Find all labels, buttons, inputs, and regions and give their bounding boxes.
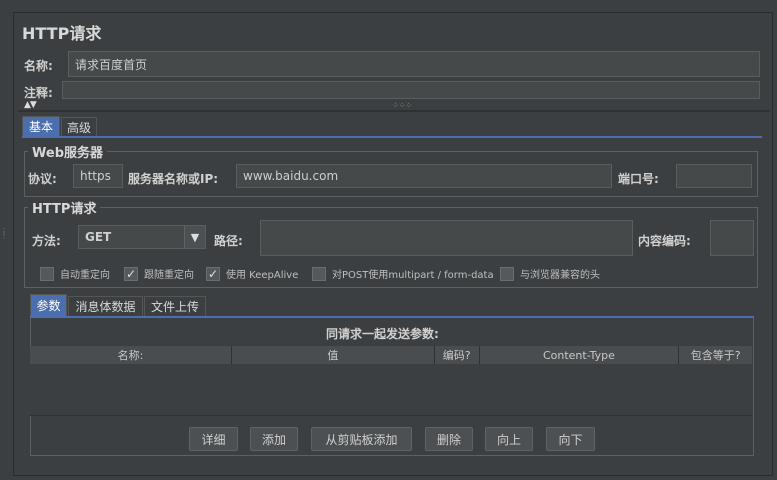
- move-up-button[interactable]: 向上: [485, 427, 533, 451]
- delete-button[interactable]: 删除: [425, 427, 473, 451]
- protocol-label: 协议:: [28, 172, 57, 186]
- params-table-header: 名称: 值 编码? Content-Type 包含等于?: [30, 346, 752, 364]
- checkbox-multipart[interactable]: 对POST使用multipart / form-data: [312, 266, 494, 281]
- params-caption: 同请求一起发送参数:: [326, 327, 439, 341]
- comment-input[interactable]: [62, 81, 760, 99]
- add-from-clipboard-button[interactable]: 从剪贴板添加: [311, 427, 412, 451]
- column-header-value[interactable]: 值: [231, 346, 435, 364]
- encoding-label: 内容编码:: [638, 234, 691, 248]
- path-label: 路径:: [214, 234, 243, 248]
- checkbox-box[interactable]: [312, 266, 326, 281]
- http-request-title: HTTP请求: [28, 198, 101, 217]
- tab-file-upload[interactable]: 文件上传: [144, 296, 206, 316]
- column-header-include-equals[interactable]: 包含等于?: [679, 346, 752, 364]
- name-label: 名称:: [24, 59, 53, 73]
- tab-underline: [22, 136, 762, 138]
- checkbox-browser-headers[interactable]: 与浏览器兼容的头: [500, 266, 600, 281]
- port-label: 端口号:: [618, 172, 659, 186]
- method-value: GET: [85, 230, 112, 244]
- column-header-content-type[interactable]: Content-Type: [479, 346, 680, 364]
- check-icon[interactable]: ✓: [124, 266, 138, 281]
- server-input[interactable]: www.baidu.com: [236, 164, 612, 188]
- params-table-body[interactable]: [30, 364, 752, 416]
- detail-button[interactable]: 详细: [189, 427, 238, 451]
- chevron-down-icon[interactable]: ▼: [184, 226, 205, 248]
- splitter-handle[interactable]: ⋮ ⋮: [0, 228, 8, 256]
- comment-label: 注释:: [24, 86, 53, 100]
- path-input[interactable]: [260, 220, 633, 256]
- protocol-input[interactable]: https: [73, 164, 123, 188]
- panel-title: HTTP请求: [22, 24, 102, 43]
- checkbox-auto-redirect[interactable]: 自动重定向: [40, 266, 110, 281]
- tab-parameters[interactable]: 参数: [30, 294, 67, 316]
- method-label: 方法:: [32, 234, 61, 248]
- check-icon[interactable]: ✓: [206, 266, 220, 281]
- column-header-name[interactable]: 名称:: [30, 346, 232, 364]
- encoding-input[interactable]: [710, 220, 754, 256]
- port-input[interactable]: [676, 164, 752, 188]
- checkbox-label: 自动重定向: [60, 270, 110, 281]
- add-button[interactable]: 添加: [250, 427, 298, 451]
- checkbox-keepalive[interactable]: ✓ 使用 KeepAlive: [206, 266, 298, 281]
- checkbox-box[interactable]: [500, 266, 514, 281]
- tab-body-data[interactable]: 消息体数据: [68, 296, 143, 316]
- checkbox-label: 跟随重定向: [144, 270, 194, 281]
- collapse-arrows-icon[interactable]: ▲▼: [24, 100, 37, 110]
- server-label: 服务器名称或IP:: [128, 172, 219, 186]
- method-select[interactable]: GET ▼: [78, 225, 206, 249]
- checkbox-label: 使用 KeepAlive: [226, 270, 299, 281]
- inner-tab-underline: [30, 316, 754, 318]
- section-divider: [18, 110, 770, 112]
- checkbox-follow-redirects[interactable]: ✓ 跟随重定向: [124, 266, 194, 281]
- tab-basic[interactable]: 基本: [22, 116, 60, 136]
- name-input[interactable]: 请求百度首页: [68, 51, 760, 77]
- resize-grip-icon[interactable]: ⁘⁘⁘: [392, 101, 412, 110]
- move-down-button[interactable]: 向下: [546, 427, 595, 451]
- checkbox-label: 与浏览器兼容的头: [520, 270, 600, 281]
- web-server-title: Web服务器: [28, 142, 107, 161]
- column-header-encode[interactable]: 编码?: [434, 346, 480, 364]
- checkbox-box[interactable]: [40, 266, 54, 281]
- tab-advanced[interactable]: 高级: [61, 117, 97, 136]
- checkbox-label: 对POST使用multipart / form-data: [332, 270, 494, 281]
